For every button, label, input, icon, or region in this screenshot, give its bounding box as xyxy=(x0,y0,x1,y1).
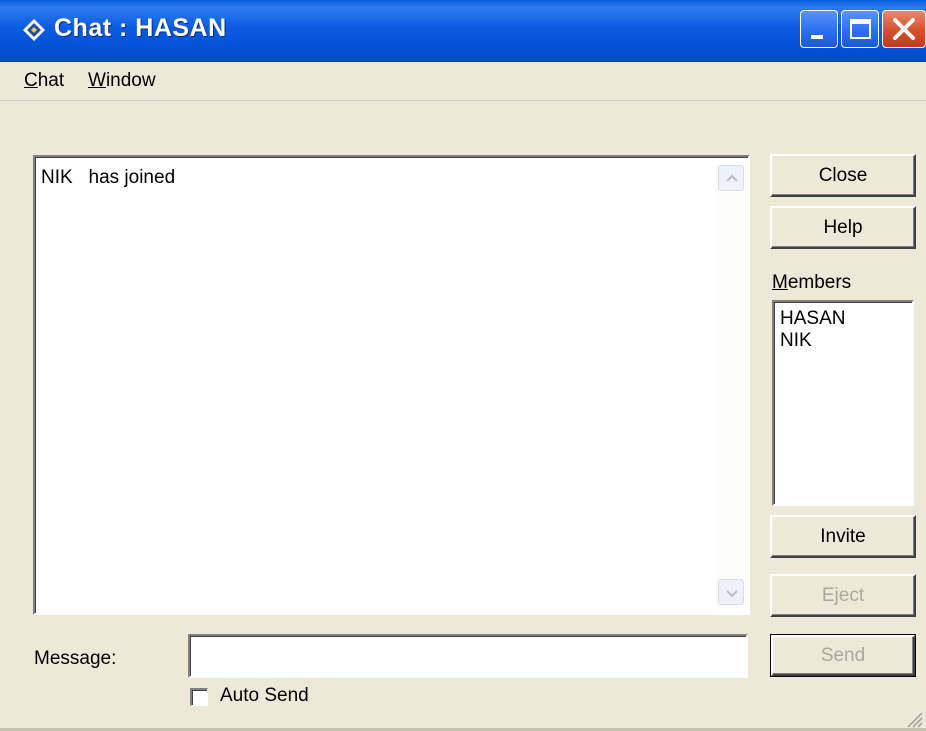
chat-window: Chat : HASAN Chat Window NIK has joined … xyxy=(0,0,926,731)
menu-chat[interactable]: Chat xyxy=(24,70,64,92)
title-bar[interactable]: Chat : HASAN xyxy=(0,0,926,62)
maximize-button[interactable] xyxy=(841,10,879,48)
menu-bar: Chat Window xyxy=(0,62,926,98)
chat-transcript[interactable]: NIK has joined xyxy=(33,155,750,615)
invite-button[interactable]: Invite xyxy=(770,515,916,558)
member-item[interactable]: NIK xyxy=(780,330,812,352)
eject-button[interactable]: Eject xyxy=(770,574,916,617)
members-label: Members xyxy=(772,272,852,293)
message-input[interactable] xyxy=(188,634,748,678)
auto-send-checkbox[interactable] xyxy=(190,688,208,706)
menu-window[interactable]: Window xyxy=(88,70,156,92)
auto-send-label[interactable]: Auto Send xyxy=(220,685,309,707)
chat-app-icon[interactable] xyxy=(22,18,46,42)
help-button[interactable]: Help xyxy=(770,206,916,249)
minimize-button[interactable] xyxy=(800,10,838,48)
resize-grip-icon[interactable] xyxy=(902,707,924,729)
transcript-scrollbar[interactable] xyxy=(716,161,746,609)
window-title: Chat : HASAN xyxy=(54,14,227,42)
send-button[interactable]: Send xyxy=(770,634,916,677)
scroll-up-button[interactable] xyxy=(718,165,744,191)
menu-divider xyxy=(0,100,926,101)
message-label: Message: xyxy=(34,648,117,669)
transcript-line: NIK has joined xyxy=(41,167,176,188)
close-button[interactable]: Close xyxy=(770,154,916,197)
scroll-down-button[interactable] xyxy=(718,579,744,605)
send-button-label: Send xyxy=(771,635,915,676)
member-item[interactable]: HASAN xyxy=(780,308,845,330)
members-list[interactable]: HASAN NIK xyxy=(772,300,914,506)
close-window-button[interactable] xyxy=(882,10,926,48)
